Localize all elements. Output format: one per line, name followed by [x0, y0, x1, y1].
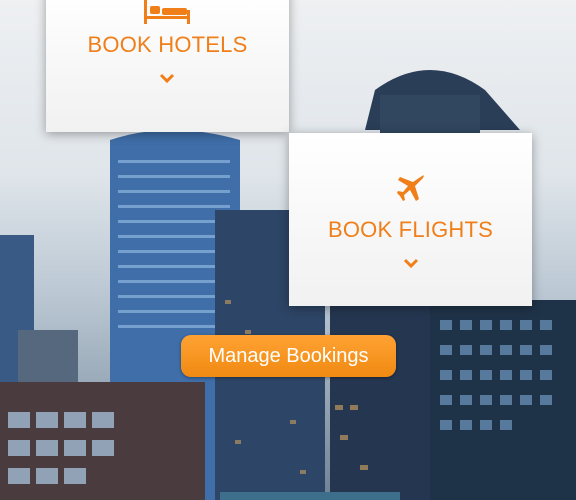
- airplane-icon: [396, 173, 426, 208]
- book-hotels-card[interactable]: BOOK HOTELS: [46, 0, 289, 132]
- chevron-down-icon[interactable]: [403, 257, 419, 275]
- bed-icon: [142, 0, 192, 33]
- book-flights-card[interactable]: BOOK FLIGHTS: [289, 133, 532, 306]
- manage-bookings-button[interactable]: Manage Bookings: [181, 335, 396, 377]
- chevron-down-icon[interactable]: [159, 72, 175, 90]
- book-hotels-label: BOOK HOTELS: [87, 32, 248, 57]
- book-flights-label: BOOK FLIGHTS: [328, 217, 493, 242]
